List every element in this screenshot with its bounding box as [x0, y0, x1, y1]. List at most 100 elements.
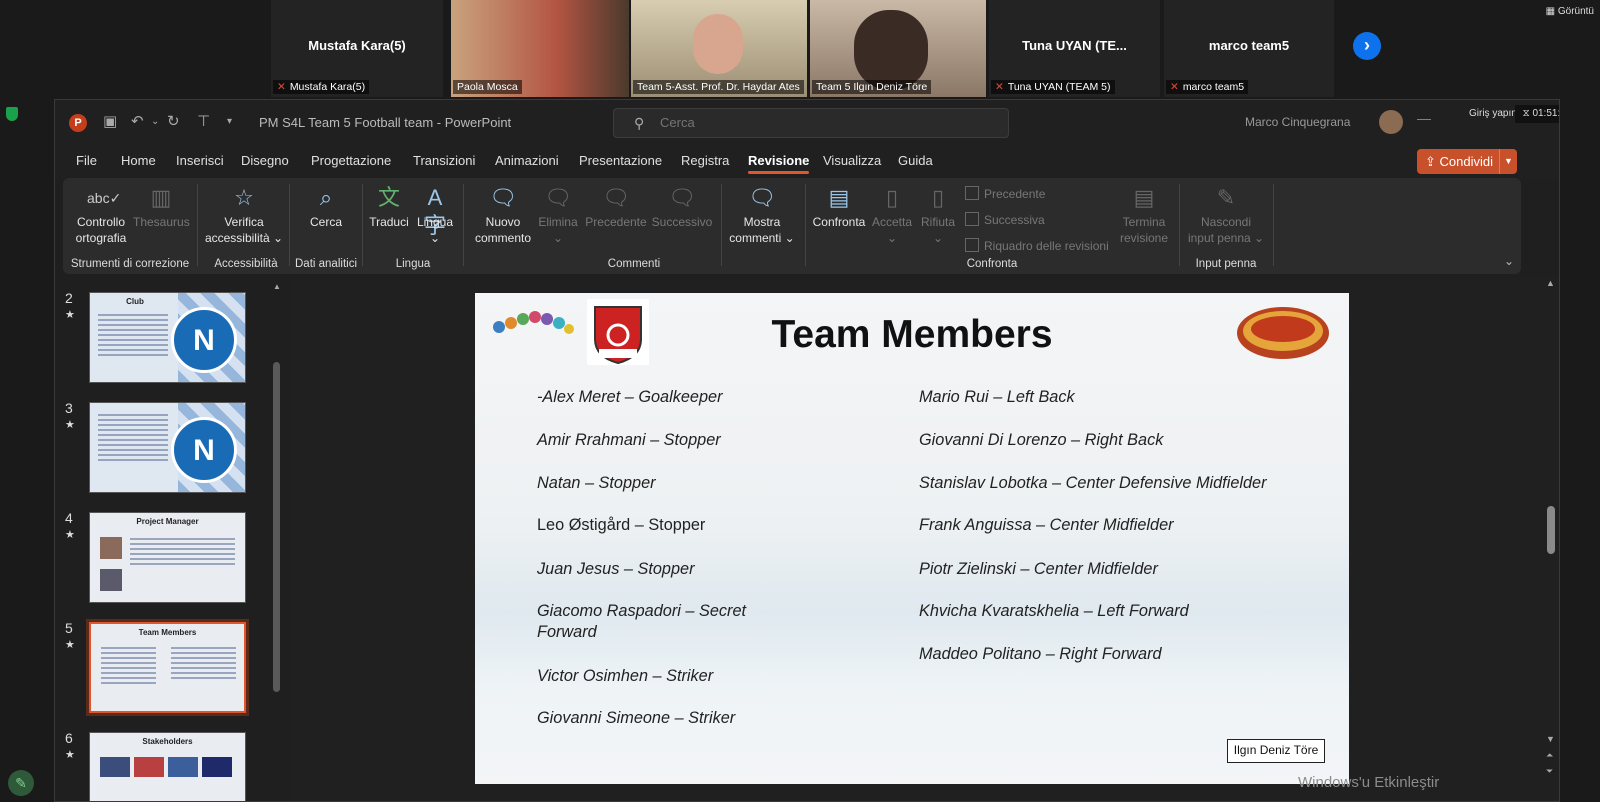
previous-comment-button[interactable]: 🗨 Precedente: [583, 184, 649, 230]
previous-slide-icon[interactable]: ⏶: [1546, 750, 1553, 761]
reject-button[interactable]: ▯ Rifiuta ⌄: [915, 184, 961, 246]
tab-presentazione[interactable]: Presentazione: [579, 153, 662, 168]
group-label: Dati analitici: [295, 258, 357, 270]
tab-registra[interactable]: Registra: [681, 153, 729, 168]
accept-label: Accetta: [871, 215, 913, 229]
next-slide-icon[interactable]: ⏷: [1546, 766, 1553, 777]
member-left-4[interactable]: Leo Østigård – Stopper: [537, 515, 705, 536]
member-right-5[interactable]: Piotr Zielinski – Center Midfielder: [919, 559, 1158, 580]
participant-name: Mustafa Kara(5): [308, 38, 406, 53]
search-box[interactable]: ⚲: [613, 108, 1009, 138]
collapse-ribbon-icon[interactable]: ⌄: [1504, 254, 1514, 268]
slide-thumbnail[interactable]: Stakeholders: [89, 732, 246, 801]
compare-icon: ▤: [828, 185, 850, 210]
member-right-3[interactable]: Stanislav Lobotka – Center Defensive Mid…: [919, 473, 1267, 494]
member-right-6[interactable]: Khvicha Kvaratskhelia – Left Forward: [919, 601, 1189, 622]
tab-disegno[interactable]: Disegno: [241, 153, 289, 168]
revisions-pane-button[interactable]: Riquadro delle revisioni: [965, 238, 1109, 253]
author-label[interactable]: Ilgın Deniz Töre: [1227, 739, 1325, 763]
text-lines: [98, 311, 168, 359]
separator: [463, 184, 464, 266]
participant-video[interactable]: Team 5 Ilgın Deniz Töre: [810, 0, 986, 97]
member-left-1[interactable]: -Alex Meret – Goalkeeper: [537, 387, 723, 408]
view-button[interactable]: ▦ Görüntü: [1546, 6, 1594, 17]
show-comments-button[interactable]: 🗨 Mostra commenti ⌄: [725, 184, 799, 246]
share-dropdown-icon[interactable]: ▼: [1499, 149, 1517, 174]
slide-canvas[interactable]: Team Members -Alex Meret – Goalkeeper Am…: [475, 293, 1349, 784]
smart-lookup-button[interactable]: ⌕ Cerca: [303, 184, 349, 230]
member-right-4[interactable]: Frank Anguissa – Center Midfielder: [919, 515, 1174, 536]
avatar[interactable]: [1379, 110, 1403, 134]
thesaurus-button[interactable]: ▥ Thesaurus: [133, 184, 190, 230]
tab-file[interactable]: File: [76, 153, 97, 168]
scroll-up-icon[interactable]: ▲: [1546, 278, 1555, 288]
member-right-7[interactable]: Maddeo Politano – Right Forward: [919, 644, 1162, 665]
tab-revisione[interactable]: Revisione: [748, 153, 810, 174]
new-comment-button[interactable]: 🗨 Nuovo commento: [471, 184, 535, 246]
revisions-pane-icon: [965, 238, 979, 252]
scrollbar-thumb[interactable]: [1547, 506, 1555, 554]
slide-thumbnail[interactable]: [89, 402, 246, 493]
slide-title[interactable]: Team Members: [475, 313, 1349, 357]
group-label: Confronta: [966, 258, 1018, 270]
next-participants-button[interactable]: ›: [1353, 32, 1381, 60]
customize-qat-icon[interactable]: ▾: [227, 116, 232, 127]
tab-progettazione[interactable]: Progettazione: [311, 153, 391, 168]
participant-tile[interactable]: Tuna UYAN (TE... ✕ Tuna UYAN (TEAM 5): [989, 0, 1160, 97]
powerpoint-window: P ▣ ↶ ⌄ ↻ ⊤ ▾ PM S4L Team 5 Football tea…: [54, 99, 1560, 802]
scroll-down-icon[interactable]: ▼: [1546, 734, 1555, 744]
member-left-8[interactable]: Giovanni Simeone – Striker: [537, 708, 735, 729]
next-comment-button[interactable]: 🗨 Successivo: [649, 184, 715, 230]
tab-animazioni[interactable]: Animazioni: [495, 153, 559, 168]
translate-button[interactable]: 文 Traduci: [367, 184, 411, 230]
spelling-check-button[interactable]: abc✓ Controllo ortografia: [71, 184, 131, 246]
participant-video[interactable]: Team 5-Asst. Prof. Dr. Haydar Ates: [631, 0, 807, 97]
scrollbar-thumb[interactable]: [273, 362, 280, 692]
compare-button[interactable]: ▤ Confronta: [809, 184, 869, 230]
redo-icon[interactable]: ↻: [167, 112, 180, 130]
undo-dropdown-icon[interactable]: ⌄: [151, 116, 159, 127]
accessibility-check-button[interactable]: ☆ Verifica accessibilità ⌄: [203, 184, 285, 246]
member-left-7[interactable]: Victor Osimhen – Striker: [537, 666, 713, 687]
thumbnails-scrollbar[interactable]: ▲: [273, 282, 281, 801]
member-left-5[interactable]: Juan Jesus – Stopper: [537, 559, 695, 580]
annotate-pen-icon[interactable]: ✎: [8, 770, 34, 796]
member-left-2[interactable]: Amir Rrahmani – Stopper: [537, 430, 721, 451]
undo-icon[interactable]: ↶: [131, 112, 144, 130]
slide-thumbnail[interactable]: Club: [89, 292, 246, 383]
member-left-3[interactable]: Natan – Stopper: [537, 473, 656, 494]
member-right-2[interactable]: Giovanni Di Lorenzo – Right Back: [919, 430, 1163, 451]
present-icon[interactable]: ⊤: [197, 112, 210, 130]
language-button[interactable]: A字 Lingua ⌄: [413, 184, 457, 246]
tab-inserisci[interactable]: Inserisci: [176, 153, 224, 168]
slide-thumbnail-selected[interactable]: Team Members: [86, 619, 249, 716]
user-name[interactable]: Marco Cinquegrana: [1245, 115, 1350, 129]
member-right-1[interactable]: Mario Rui – Left Back: [919, 387, 1075, 408]
scroll-up-icon[interactable]: ▲: [273, 282, 281, 291]
participant-video[interactable]: Paola Mosca: [451, 0, 629, 97]
slide-thumbnail[interactable]: Project Manager: [89, 512, 246, 603]
end-review-button[interactable]: ▤ Termina revisione: [1113, 184, 1175, 246]
search-input[interactable]: [660, 115, 960, 130]
minimize-icon[interactable]: —: [1417, 110, 1431, 126]
book-icon: ▥: [150, 185, 172, 210]
tab-home[interactable]: Home: [121, 153, 156, 168]
hide-ink-button[interactable]: ✎ Nascondi input penna ⌄: [1185, 184, 1267, 246]
participant-tile[interactable]: marco team5 ✕ marco team5: [1164, 0, 1334, 97]
text-lines: [130, 535, 235, 568]
previous-change-button[interactable]: Precedente: [965, 186, 1045, 201]
tab-visualizza[interactable]: Visualizza: [823, 153, 881, 168]
slide-scrollbar[interactable]: ▲ ▼ ⏶ ⏷: [1545, 278, 1557, 801]
next-change-button[interactable]: Successiva: [965, 212, 1045, 227]
member-left-6[interactable]: Giacomo Raspadori – Secret Forward: [537, 601, 777, 643]
photo-placeholder: [100, 537, 122, 559]
tab-transizioni[interactable]: Transizioni: [413, 153, 475, 168]
text-lines: [101, 644, 156, 687]
tab-guida[interactable]: Guida: [898, 153, 933, 168]
share-button[interactable]: ⇪ Condividi ▼: [1417, 149, 1517, 174]
save-icon[interactable]: ▣: [103, 112, 117, 130]
delete-comment-button[interactable]: 🗨 Elimina ⌄: [535, 184, 581, 246]
signin-label[interactable]: Giriş yapın: [1469, 108, 1517, 119]
participant-tile[interactable]: Mustafa Kara(5) ✕ Mustafa Kara(5): [271, 0, 443, 97]
accept-button[interactable]: ▯ Accetta ⌄: [869, 184, 915, 246]
